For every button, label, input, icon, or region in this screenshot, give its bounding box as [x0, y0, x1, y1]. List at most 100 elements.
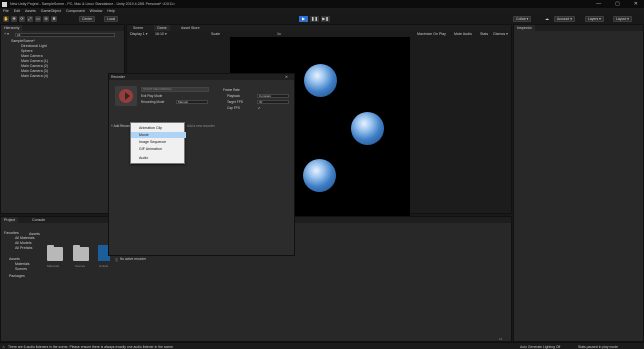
menu-help[interactable]: Help [107, 9, 114, 13]
menu-window[interactable]: Window [90, 9, 103, 13]
maximize-button[interactable]: ▢ [615, 1, 620, 7]
menu-item-image-sequence[interactable]: Image Sequence [131, 139, 186, 145]
hierarchy-item[interactable]: Sphere [21, 49, 33, 53]
record-button[interactable] [115, 86, 137, 106]
tab-inspector[interactable]: Inspector [514, 25, 535, 31]
cap-fps-checkbox[interactable]: ✔ [258, 106, 261, 110]
layout-dropdown[interactable]: Layout ▾ [613, 16, 632, 22]
menu-assets[interactable]: Assets [25, 9, 36, 13]
rotate-tool-icon[interactable]: ⟳ [19, 16, 25, 22]
favorites-label[interactable]: Favorites [4, 231, 19, 235]
no-active-recorder-label: No active recorder [120, 257, 147, 261]
account-dropdown[interactable]: Account ▾ [554, 16, 575, 22]
hierarchy-item[interactable]: Main Camera (3) [21, 69, 48, 73]
stats-status: Stats paused in play mode [578, 344, 618, 349]
hierarchy-add-button[interactable]: + ▾ [4, 32, 9, 36]
file-label: Materials [47, 264, 60, 268]
menu-item-movie[interactable]: Movie [131, 132, 186, 138]
hierarchy-item[interactable]: Directional Light [21, 44, 47, 48]
menu-gameobject[interactable]: GameObject [41, 9, 61, 13]
status-bar: ⚠ There are 6 audio listeners in the sce… [0, 342, 644, 349]
hierarchy-item[interactable]: Main Camera [21, 54, 43, 58]
favorite-item[interactable]: All Prefabs [15, 246, 32, 250]
file-label: Unlock [99, 264, 109, 268]
favorite-item[interactable]: All Materials [15, 236, 35, 240]
play-button[interactable]: ▶ [299, 16, 308, 22]
pivot-local-toggle[interactable]: Local [104, 16, 119, 22]
tab-scene[interactable]: Scene [130, 25, 146, 31]
close-button[interactable]: ✕ [634, 1, 638, 7]
hierarchy-item[interactable]: Main Camera (1) [21, 59, 48, 63]
hand-tool-icon[interactable]: ✋ [3, 16, 9, 22]
mute-audio-toggle[interactable]: Mute Audio [454, 32, 472, 36]
scene-root[interactable]: SampleScene* [11, 39, 35, 43]
tab-game[interactable]: Game [154, 25, 170, 31]
playback-label: Playback [227, 94, 240, 98]
assets-folder[interactable]: Assets [9, 257, 20, 261]
layers-dropdown[interactable]: Layers ▾ [585, 16, 604, 22]
target-fps-dropdown[interactable]: 30 [257, 100, 289, 104]
menu-file[interactable]: File [3, 9, 9, 13]
aspect-dropdown[interactable]: 16:10 ▾ [155, 32, 167, 36]
asset-count: 14 [499, 337, 503, 341]
menu-edit[interactable]: Edit [14, 9, 20, 13]
start-recording-button[interactable]: START RECORDING [141, 87, 209, 92]
breadcrumb[interactable]: Assets [29, 232, 40, 236]
folder-icon[interactable] [47, 245, 63, 261]
sphere-object [351, 112, 384, 145]
info-icon: ⓘ [115, 258, 119, 262]
menu-component[interactable]: Component [66, 9, 85, 13]
pause-button[interactable]: ❚❚ [310, 16, 319, 22]
hierarchy-item[interactable]: Main Camera (4) [21, 74, 48, 78]
menu-item-audio[interactable]: Audio [131, 155, 186, 161]
minimize-button[interactable]: — [596, 1, 601, 7]
transform-tool-icon[interactable]: ⊕ [43, 16, 49, 22]
hierarchy-panel: Hierarchy + ▾ All SampleScene* Direction… [0, 24, 125, 214]
target-fps-label: Target FPS [227, 100, 243, 104]
assets-subfolder[interactable]: Materials [15, 262, 30, 266]
unity-logo-icon [2, 1, 7, 7]
window-controls: — ▢ ✕ [596, 0, 638, 8]
cap-fps-label: Cap FPS [227, 106, 240, 110]
rect-tool-icon[interactable]: ▭ [35, 16, 41, 22]
tab-asset-store[interactable]: Asset Store [178, 25, 203, 31]
tab-project[interactable]: Project [1, 217, 19, 223]
warning-icon: ⚠ [2, 344, 6, 349]
sphere-object [304, 64, 337, 97]
maximize-on-play-toggle[interactable]: Maximize On Play [417, 32, 446, 36]
scale-label: Scale [211, 32, 220, 36]
add-recorder-hint: Add a new recorder [187, 124, 215, 128]
collab-dropdown[interactable]: Collab ▾ [513, 16, 532, 22]
step-button[interactable]: ▶❚ [321, 16, 330, 22]
recorder-window: Recorder ✕ START RECORDING Exit Play Mod… [108, 73, 295, 262]
packages-folder[interactable]: Packages [9, 274, 25, 278]
recording-mode-dropdown[interactable]: Manual [176, 100, 208, 104]
scale-tool-icon[interactable]: ⤢ [27, 16, 33, 22]
custom-tool-icon[interactable]: ✖ [51, 16, 57, 22]
folder-icon[interactable] [73, 245, 89, 261]
exit-play-mode-label: Exit Play Mode [141, 94, 163, 98]
lighting-status: Auto Generate Lighting Off [520, 344, 561, 349]
display-dropdown[interactable]: Display 1 ▾ [130, 32, 148, 36]
title-bar: New Unity Project - SampleScene - PC, Ma… [0, 0, 644, 8]
cloud-icon[interactable]: ☁ [544, 16, 550, 22]
add-recorder-menu: Animation Clip Movie Image Sequence GIF … [130, 122, 186, 164]
menu-item-animation-clip[interactable]: Animation Clip [131, 125, 186, 131]
tab-hierarchy[interactable]: Hierarchy [1, 25, 23, 31]
playback-dropdown[interactable]: Constant [257, 94, 289, 98]
status-message[interactable]: There are 6 audio listeners in the scene… [8, 345, 174, 349]
menu-item-gif-animation[interactable]: GIF Animation [131, 146, 186, 152]
assets-subfolder[interactable]: Scenes [15, 267, 27, 271]
scale-value: 1x [277, 32, 281, 36]
hierarchy-item[interactable]: Main Camera (2) [21, 64, 48, 68]
recorder-close-icon[interactable]: ✕ [285, 75, 288, 79]
window-title: New Unity Project - SampleScene - PC, Ma… [10, 2, 176, 6]
tab-console[interactable]: Console [29, 217, 48, 223]
move-tool-icon[interactable]: ✥ [11, 16, 17, 22]
favorite-item[interactable]: All Models [15, 241, 32, 245]
frame-rate-title: Frame Rate [223, 88, 240, 92]
hierarchy-search-input[interactable]: All [15, 32, 115, 37]
gizmos-dropdown[interactable]: Gizmos ▾ [493, 32, 508, 36]
stats-toggle[interactable]: Stats [480, 32, 488, 36]
pivot-center-toggle[interactable]: Center [79, 16, 96, 22]
